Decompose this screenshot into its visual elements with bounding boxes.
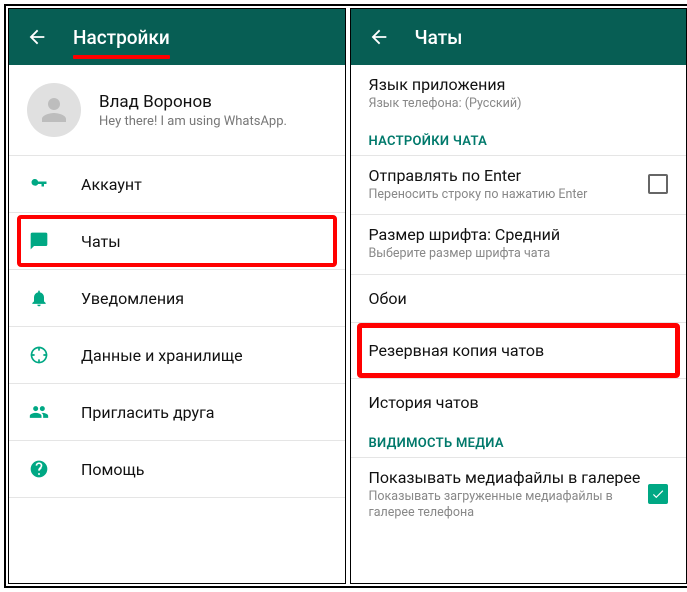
settings-label: Пригласить друга: [81, 403, 215, 422]
row-sub: Выберите размер шрифта чата: [369, 246, 669, 262]
settings-item-help[interactable]: Помощь: [9, 441, 345, 497]
profile-row[interactable]: Влад Воронов Hey there! I am using Whats…: [9, 65, 345, 155]
settings-label: Чаты: [81, 232, 121, 251]
row-title: Язык приложения: [369, 75, 669, 94]
appbar-title: Настройки: [73, 26, 170, 49]
settings-item-notifications[interactable]: Уведомления: [9, 270, 345, 326]
avatar: [27, 83, 81, 137]
chats-settings-content: Язык приложения Язык телефона: (Русский)…: [351, 65, 687, 583]
row-enter-send[interactable]: Отправлять по Enter Переносить строку по…: [351, 156, 687, 215]
row-app-language[interactable]: Язык приложения Язык телефона: (Русский): [351, 65, 687, 124]
appbar-title: Чаты: [415, 26, 463, 49]
row-sub: Язык телефона: (Русский): [369, 96, 669, 112]
tutorial-frame: Настройки Влад Воронов Hey there! I am u…: [4, 4, 687, 588]
phone-right: Чаты Язык приложения Язык телефона: (Рус…: [350, 8, 687, 584]
row-title: Отправлять по Enter: [369, 166, 649, 185]
row-title: Резервная копия чатов: [369, 341, 669, 360]
highlight-underline: [73, 55, 170, 59]
settings-label: Аккаунт: [81, 175, 142, 194]
profile-status: Hey there! I am using WhatsApp.: [99, 114, 287, 129]
section-media-visibility: ВИДИМОСТЬ МЕДИА: [351, 426, 687, 457]
row-chat-backup[interactable]: Резервная копия чатов: [351, 323, 687, 378]
checkbox-unchecked[interactable]: [648, 174, 668, 194]
settings-item-data[interactable]: Данные и хранилище: [9, 327, 345, 383]
settings-label: Данные и хранилище: [81, 346, 243, 365]
row-title: Обои: [369, 289, 669, 308]
check-icon: [651, 487, 665, 501]
settings-label: Уведомления: [81, 289, 184, 308]
person-icon: [36, 92, 72, 128]
help-icon: [27, 457, 51, 481]
row-chat-history[interactable]: История чатов: [351, 379, 687, 426]
row-media-visibility[interactable]: Показывать медиафайлы в галерее Показыва…: [351, 458, 687, 532]
invite-icon: [27, 400, 51, 424]
row-title: История чатов: [369, 393, 669, 412]
phone-left: Настройки Влад Воронов Hey there! I am u…: [8, 8, 346, 584]
bell-icon: [27, 286, 51, 310]
row-sub: Переносить строку по нажатию Enter: [369, 187, 649, 203]
row-sub: Показывать загруженные медиафайлы в гале…: [369, 489, 649, 520]
appbar-chats: Чаты: [351, 9, 687, 65]
appbar-settings: Настройки: [9, 9, 345, 65]
settings-item-account[interactable]: Аккаунт: [9, 156, 345, 212]
back-arrow-icon: [26, 26, 48, 48]
divider: [9, 497, 345, 498]
settings-item-invite[interactable]: Пригласить друга: [9, 384, 345, 440]
back-arrow-icon: [368, 26, 390, 48]
row-title: Показывать медиафайлы в галерее: [369, 468, 649, 487]
checkbox-checked[interactable]: [648, 484, 668, 504]
data-icon: [27, 343, 51, 367]
row-title: Размер шрифта: Средний: [369, 225, 669, 244]
settings-label: Помощь: [81, 460, 144, 479]
profile-name: Влад Воронов: [99, 92, 287, 112]
row-font-size[interactable]: Размер шрифта: Средний Выберите размер ш…: [351, 215, 687, 274]
settings-item-chats[interactable]: Чаты: [9, 213, 345, 269]
back-button[interactable]: [367, 25, 391, 49]
key-icon: [27, 172, 51, 196]
settings-content: Влад Воронов Hey there! I am using Whats…: [9, 65, 345, 583]
chat-icon: [27, 229, 51, 253]
back-button[interactable]: [25, 25, 49, 49]
row-wallpaper[interactable]: Обои: [351, 275, 687, 322]
section-chat-settings: НАСТРОЙКИ ЧАТА: [351, 124, 687, 155]
